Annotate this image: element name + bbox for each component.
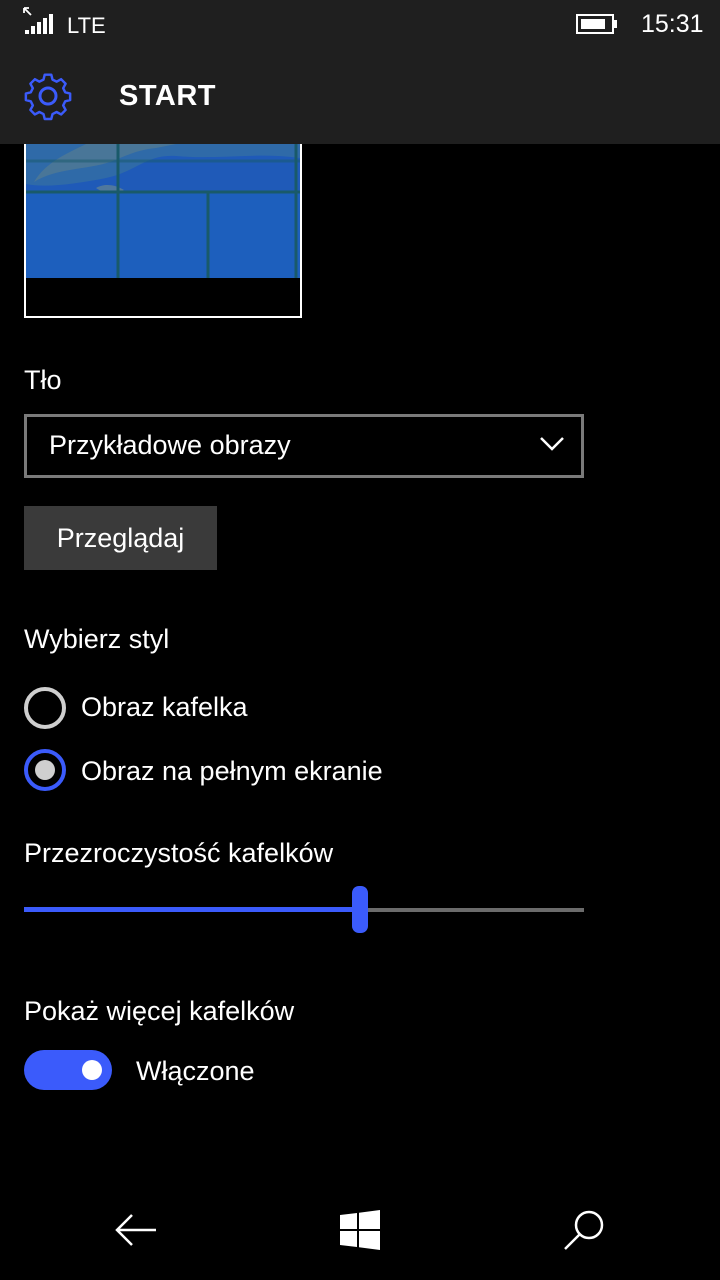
more-tiles-toggle-state: Włączone — [136, 1056, 255, 1086]
browse-button[interactable]: Przeglądaj — [24, 506, 217, 570]
radio-fullscreen-image-label[interactable]: Obraz na pełnym ekranie — [81, 756, 383, 787]
network-type: LTE — [67, 13, 106, 38]
title-bar: START — [0, 52, 720, 144]
gear-icon[interactable] — [22, 70, 74, 122]
chevron-down-icon — [540, 437, 564, 451]
toggle-knob — [82, 1060, 102, 1080]
page-title: START — [119, 80, 217, 112]
background-dropdown-value: Przykładowe obrazy — [49, 430, 291, 460]
more-tiles-toggle[interactable] — [24, 1050, 112, 1090]
style-label: Wybierz styl — [24, 624, 170, 654]
transparency-slider-fill — [24, 907, 360, 912]
radio-ring — [24, 687, 66, 729]
clock: 15:31 — [641, 10, 704, 38]
status-bar: LTE 15:31 — [0, 0, 720, 52]
battery-icon — [576, 14, 617, 34]
settings-screen: LTE 15:31 START Tło Przykładowe obrazy P… — [0, 0, 720, 1280]
signal-icon — [23, 7, 53, 34]
transparency-label: Przezroczystość kafelków — [24, 838, 334, 868]
back-arrow-icon[interactable] — [112, 1206, 160, 1254]
navigation-bar — [0, 1180, 720, 1280]
radio-selected-dot — [35, 760, 55, 780]
radio-tile-image-label[interactable]: Obraz kafelka — [81, 692, 248, 723]
background-label: Tło — [24, 365, 62, 395]
radio-fullscreen-image[interactable] — [24, 749, 66, 791]
search-icon[interactable] — [560, 1206, 608, 1254]
background-dropdown[interactable]: Przykładowe obrazy — [24, 414, 584, 478]
transparency-slider-thumb[interactable] — [352, 886, 368, 933]
windows-icon[interactable] — [336, 1206, 384, 1254]
start-preview-image — [24, 144, 302, 318]
radio-tile-image[interactable] — [24, 687, 66, 729]
more-tiles-label: Pokaż więcej kafelków — [24, 996, 295, 1026]
